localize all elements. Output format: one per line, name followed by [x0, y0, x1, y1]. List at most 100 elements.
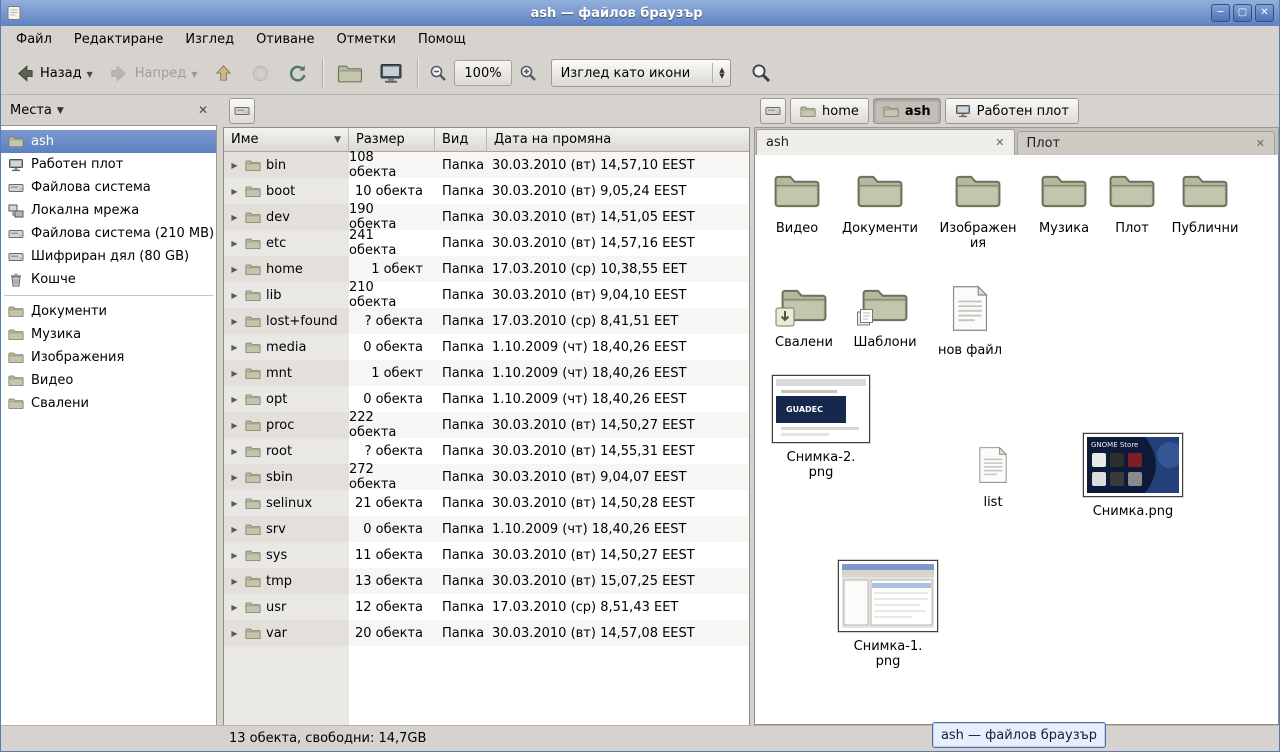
table-row[interactable]: ▶mnt1 обектПапка1.10.2009 (чт) 18,40,26 …	[224, 360, 749, 386]
sidebar-item-filesystem-210mb[interactable]: Файлова система (210 MB)	[1, 222, 216, 245]
maximize-button[interactable]: ▢	[1233, 4, 1252, 22]
expander-icon[interactable]: ▶	[229, 447, 240, 456]
path-button-root[interactable]	[760, 98, 786, 124]
menu-bookmarks[interactable]: Отметки	[325, 28, 406, 51]
table-row[interactable]: ▶sys11 обектаПапка30.03.2010 (вт) 14,50,…	[224, 542, 749, 568]
path-button-home[interactable]: home	[790, 98, 869, 124]
sidebar-item-downloads[interactable]: Свалени	[1, 392, 216, 415]
tab-close-icon[interactable]: ✕	[995, 136, 1004, 149]
sidebar-item-trash[interactable]: Кошче	[1, 268, 216, 291]
table-row[interactable]: ▶media0 обектаПапка1.10.2009 (чт) 18,40,…	[224, 334, 749, 360]
expander-icon[interactable]: ▶	[229, 603, 240, 612]
sidebar-item-documents[interactable]: Документи	[1, 300, 216, 323]
table-row[interactable]: ▶tmp13 обектаПапка30.03.2010 (вт) 15,07,…	[224, 568, 749, 594]
computer-button[interactable]	[372, 56, 410, 90]
icon-item-desktop[interactable]: Плот	[1090, 171, 1174, 236]
expander-icon[interactable]: ▶	[229, 161, 240, 170]
column-header-size[interactable]: Размер	[349, 128, 435, 152]
search-button[interactable]	[743, 56, 779, 90]
tab-close-icon[interactable]: ✕	[1256, 137, 1265, 150]
column-header-type[interactable]: Вид	[435, 128, 487, 152]
home-button[interactable]	[330, 56, 370, 90]
table-row[interactable]: ▶var20 обектаПапка30.03.2010 (вт) 14,57,…	[224, 620, 749, 646]
icon-item-snimka[interactable]: GNOME StoreСнимка.​png	[1081, 433, 1185, 519]
title-bar[interactable]: ash — файлов браузър ─ ▢ ✕	[1, 0, 1279, 26]
icon-item-public[interactable]: Публични	[1163, 171, 1247, 236]
stop-button[interactable]	[243, 56, 278, 90]
table-row[interactable]: ▶proc222 обектаПапка30.03.2010 (вт) 14,5…	[224, 412, 749, 438]
root-path-button[interactable]	[229, 98, 255, 124]
icon-item-new-file[interactable]: нов файл	[928, 285, 1012, 358]
expander-icon[interactable]: ▶	[229, 239, 240, 248]
expander-icon[interactable]: ▶	[229, 317, 240, 326]
table-row[interactable]: ▶selinux21 обектаПапка30.03.2010 (вт) 14…	[224, 490, 749, 516]
table-row[interactable]: ▶dev190 обектаПапка30.03.2010 (вт) 14,51…	[224, 204, 749, 230]
zoom-level-button[interactable]: 100%	[454, 60, 511, 86]
icon-item-downloads[interactable]: Свалени	[762, 285, 846, 350]
expander-icon[interactable]: ▶	[229, 551, 240, 560]
table-row[interactable]: ▶home1 обектПапка17.03.2010 (ср) 10,38,5…	[224, 256, 749, 282]
expander-icon[interactable]: ▶	[229, 473, 240, 482]
zoom-out-button[interactable]	[425, 61, 450, 86]
expander-icon[interactable]: ▶	[229, 577, 240, 586]
icon-item-pictures[interactable]: Изображения	[936, 171, 1020, 251]
expander-icon[interactable]: ▶	[229, 213, 240, 222]
back-button[interactable]: Назад ▼	[7, 56, 100, 90]
up-button[interactable]	[206, 56, 241, 90]
sidebar-mode-select[interactable]: Места	[10, 103, 52, 118]
column-header-name[interactable]: Име▼	[224, 128, 349, 152]
reload-button[interactable]	[280, 56, 315, 90]
icon-item-video[interactable]: Видео	[755, 171, 839, 236]
menu-file[interactable]: Файл	[5, 28, 63, 51]
sidebar-item-pictures[interactable]: Изображения	[1, 346, 216, 369]
expander-icon[interactable]: ▶	[229, 525, 240, 534]
icon-item-snimka-1[interactable]: Снимка-1.​png	[836, 560, 940, 669]
sidebar-item-desktop[interactable]: Работен плот	[1, 153, 216, 176]
sidebar-item-music[interactable]: Музика	[1, 323, 216, 346]
zoom-in-button[interactable]	[516, 61, 541, 86]
sidebar-item-videos[interactable]: Видео	[1, 369, 216, 392]
chevron-down-icon[interactable]: ▼	[57, 104, 64, 116]
table-row[interactable]: ▶bin108 обектаПапка30.03.2010 (вт) 14,57…	[224, 152, 749, 178]
taskbar-window-button[interactable]: ash — файлов браузър	[932, 722, 1106, 748]
menu-help[interactable]: Помощ	[407, 28, 477, 51]
table-row[interactable]: ▶usr12 обектаПапка17.03.2010 (ср) 8,51,4…	[224, 594, 749, 620]
sidebar-close-button[interactable]: ✕	[198, 103, 208, 117]
expander-icon[interactable]: ▶	[229, 499, 240, 508]
table-row[interactable]: ▶srv0 обектаПапка1.10.2009 (чт) 18,40,26…	[224, 516, 749, 542]
icon-item-list[interactable]: list	[951, 446, 1035, 510]
tab-ash[interactable]: ash✕	[756, 129, 1015, 155]
path-button-desktop[interactable]: Работен плот	[945, 98, 1079, 124]
icon-item-templates[interactable]: Шаблони	[843, 285, 927, 350]
path-button-ash[interactable]: ash	[873, 98, 941, 124]
view-mode-select[interactable]: Изглед като икони ▲▼	[551, 59, 731, 87]
menu-edit[interactable]: Редактиране	[63, 28, 174, 51]
sidebar-item-filesystem[interactable]: Файлова система	[1, 176, 216, 199]
column-header-date[interactable]: Дата на промяна	[487, 128, 749, 152]
table-row[interactable]: ▶root? обектаПапка30.03.2010 (вт) 14,55,…	[224, 438, 749, 464]
icon-item-documents[interactable]: Документи	[838, 171, 922, 236]
sidebar-item-ash[interactable]: ash	[1, 130, 216, 153]
icon-item-snimka-2[interactable]: GUADECСнимка-2.​png	[769, 375, 873, 480]
sidebar-item-encrypted-80gb[interactable]: Шифриран дял (80 GB)	[1, 245, 216, 268]
expander-icon[interactable]: ▶	[229, 187, 240, 196]
table-row[interactable]: ▶opt0 обектаПапка1.10.2009 (чт) 18,40,26…	[224, 386, 749, 412]
expander-icon[interactable]: ▶	[229, 291, 240, 300]
expander-icon[interactable]: ▶	[229, 421, 240, 430]
table-row[interactable]: ▶lost+found? обектаПапка17.03.2010 (ср) …	[224, 308, 749, 334]
expander-icon[interactable]: ▶	[229, 629, 240, 638]
expander-icon[interactable]: ▶	[229, 343, 240, 352]
expander-icon[interactable]: ▶	[229, 369, 240, 378]
table-row[interactable]: ▶etc241 обектаПапка30.03.2010 (вт) 14,57…	[224, 230, 749, 256]
minimize-button[interactable]: ─	[1211, 4, 1230, 22]
tab-plot[interactable]: Плот✕	[1017, 131, 1276, 155]
expander-icon[interactable]: ▶	[229, 265, 240, 274]
table-row[interactable]: ▶sbin272 обектаПапка30.03.2010 (вт) 9,04…	[224, 464, 749, 490]
table-row[interactable]: ▶lib210 обектаПапка30.03.2010 (вт) 9,04,…	[224, 282, 749, 308]
sidebar-item-network[interactable]: Локална мрежа	[1, 199, 216, 222]
forward-button[interactable]: Напред ▼	[102, 56, 205, 90]
icon-view[interactable]: ВидеоДокументиИзображенияМузикаПлотПубли…	[754, 155, 1279, 725]
close-button[interactable]: ✕	[1255, 4, 1274, 22]
menu-go[interactable]: Отиване	[245, 28, 325, 51]
menu-view[interactable]: Изглед	[174, 28, 245, 51]
